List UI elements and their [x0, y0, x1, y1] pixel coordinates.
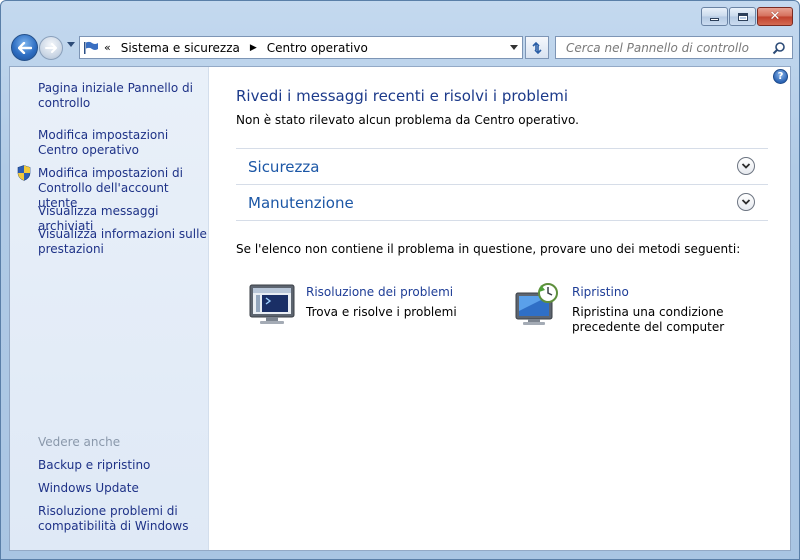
page-title: Rivedi i messaggi recenti e risolvi i pr…: [236, 87, 569, 105]
forward-arrow-icon: [45, 43, 57, 53]
troubleshooting-icon: [249, 284, 295, 324]
search-icon[interactable]: [772, 41, 786, 55]
back-button[interactable]: [11, 34, 38, 61]
breadcrumb-separator[interactable]: ▶: [244, 43, 263, 53]
section-maintenance-label: Manutenzione: [248, 194, 354, 212]
system-restore-link[interactable]: Ripristino: [572, 285, 629, 299]
recent-pages-dropdown[interactable]: [67, 42, 75, 47]
window-frame: ✕ « Sistema e sicurezza ▶ Centro operati…: [0, 0, 800, 560]
section-maintenance[interactable]: Manutenzione: [236, 184, 768, 220]
search-input[interactable]: Cerca nel Pannello di controllo: [555, 36, 793, 59]
address-bar[interactable]: « Sistema e sicurezza ▶ Centro operativo: [79, 36, 523, 59]
troubleshooting-description: Trova e risolve i problemi: [306, 305, 457, 319]
alternative-methods-hint: Se l'elenco non contiene il problema in …: [236, 242, 741, 256]
navigation-bar: « Sistema e sicurezza ▶ Centro operativo…: [9, 33, 793, 61]
sidebar-link-control-panel-home[interactable]: Pagina iniziale Pannello di controllo: [38, 81, 208, 111]
system-restore-description: Ripristina una condizione precedente del…: [572, 305, 725, 334]
close-icon: ✕: [769, 9, 781, 24]
see-also-heading: Vedere anche: [38, 435, 121, 449]
task-pane: Pagina iniziale Pannello di controllo Mo…: [10, 67, 209, 550]
refresh-button[interactable]: [525, 36, 549, 59]
refresh-icon: [532, 41, 542, 54]
main-panel: ? Rivedi i messaggi recenti e risolvi i …: [210, 67, 790, 550]
search-placeholder: Cerca nel Pannello di controllo: [566, 40, 749, 55]
back-arrow-icon: [17, 41, 32, 54]
breadcrumb-overflow[interactable]: «: [102, 41, 117, 54]
content-area: Pagina iniziale Pannello di controllo Mo…: [9, 66, 791, 551]
maximize-button[interactable]: [729, 7, 756, 26]
system-restore-icon: [515, 283, 558, 325]
minimize-button[interactable]: [701, 7, 728, 26]
sidebar-link-performance-info[interactable]: Visualizza informazioni sulle prestazion…: [38, 227, 208, 257]
section-divider: [236, 220, 768, 221]
breadcrumb-item[interactable]: Sistema e sicurezza: [117, 41, 244, 55]
sidebar-link-windows-update[interactable]: Windows Update: [38, 481, 208, 496]
minimize-icon: [710, 18, 719, 21]
caption-buttons: ✕: [701, 7, 793, 26]
chevron-down-icon[interactable]: [737, 157, 755, 175]
address-dropdown-icon[interactable]: [510, 45, 518, 50]
sidebar-link-backup-restore[interactable]: Backup e ripristino: [38, 458, 208, 473]
control-panel-flag-icon: [80, 37, 102, 58]
help-button[interactable]: ?: [773, 69, 788, 84]
troubleshooting-link[interactable]: Risoluzione dei problemi: [306, 285, 453, 299]
maximize-icon: [737, 12, 748, 21]
section-security[interactable]: Sicurezza: [236, 148, 768, 184]
breadcrumb-item[interactable]: Centro operativo: [263, 41, 372, 55]
sidebar-link-action-center-settings[interactable]: Modifica impostazioni Centro operativo: [38, 128, 208, 158]
forward-button[interactable]: [39, 36, 63, 60]
chevron-down-icon[interactable]: [737, 193, 755, 211]
status-message: Non è stato rilevato alcun problema da C…: [236, 113, 579, 127]
uac-shield-icon: [17, 165, 31, 181]
close-button[interactable]: ✕: [757, 7, 793, 26]
section-security-label: Sicurezza: [248, 158, 320, 176]
sidebar-link-compatibility-troubleshooter[interactable]: Risoluzione problemi di compatibilità di…: [38, 504, 208, 534]
